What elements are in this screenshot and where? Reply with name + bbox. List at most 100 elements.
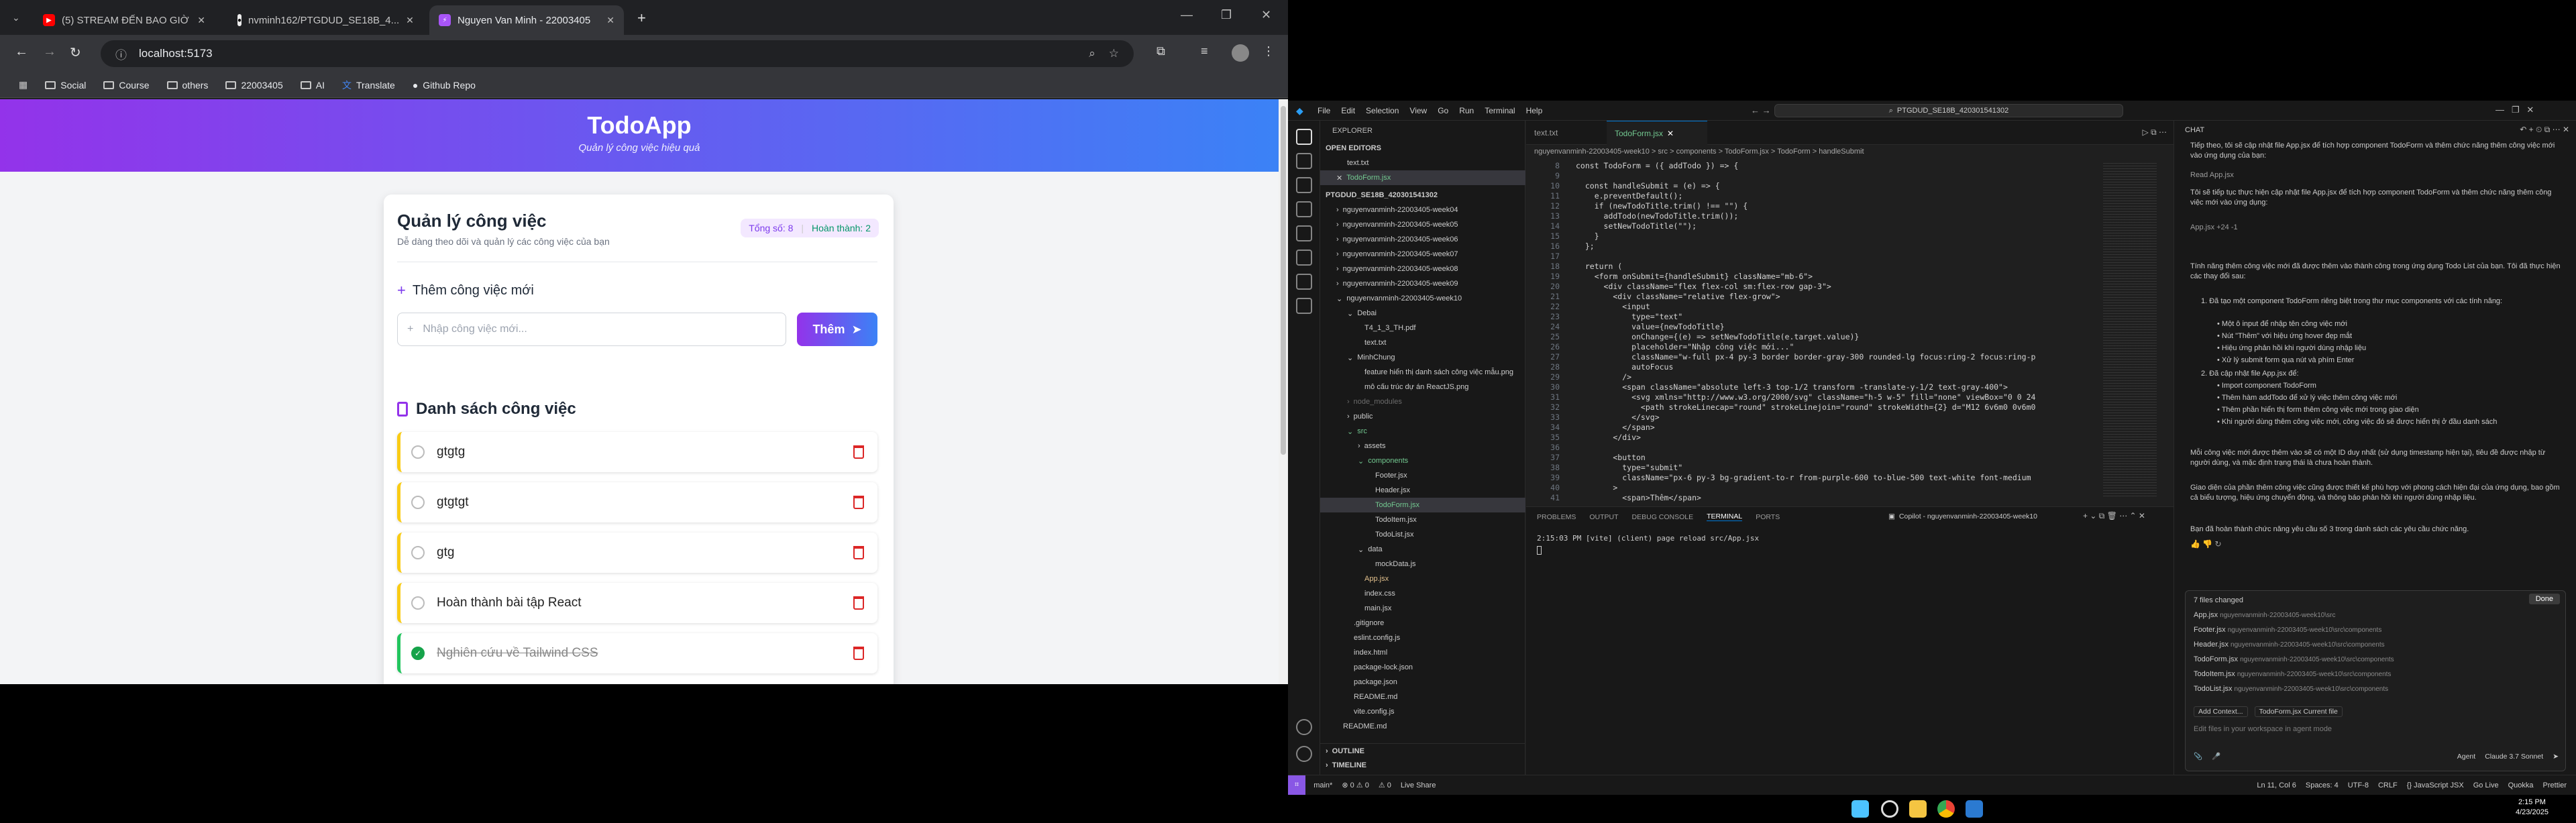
account-icon[interactable] [1296,719,1312,735]
tree-item[interactable]: Footer.jsx [1320,468,1525,483]
media-icon[interactable]: ≡ [1201,44,1208,58]
tree-item[interactable]: main.jsx [1320,601,1525,616]
close-tab-icon[interactable]: ✕ [197,15,205,26]
tab-debug-console[interactable]: DEBUG CONSOLE [1632,513,1694,521]
browser-tab-active[interactable]: ⚡ Nguyen Van Minh - 22003405 ✕ [429,5,624,35]
apps-icon[interactable]: ▦ [19,79,28,91]
back-icon[interactable]: ← [15,44,28,60]
menu-go[interactable]: Go [1438,106,1448,115]
problems-indicator[interactable]: ⊗ 0 ⚠ 0 [1342,781,1368,789]
tree-item[interactable]: › assets [1320,439,1525,453]
todo-item-completed[interactable]: ✓ Nghiên cứu về Tailwind CSS [397,633,877,673]
extensions-icon[interactable] [1296,225,1312,241]
close-icon[interactable]: ✕ [1667,129,1674,138]
tree-item[interactable]: package.json [1320,675,1525,690]
avatar[interactable] [1232,44,1249,62]
todo-item[interactable]: Hoàn thành bài tập React [397,583,877,623]
live-share-status[interactable]: Live Share [1401,781,1436,789]
tree-item[interactable]: ⌄ components [1320,453,1525,468]
new-tab-button[interactable]: + [637,9,646,27]
send-icon[interactable]: ➤ [2553,753,2559,761]
git-branch[interactable]: main* [1313,781,1332,789]
mic-icon[interactable]: 🎤 [2212,752,2220,761]
todo-item[interactable]: gtg [397,533,877,573]
changed-file[interactable]: Footer.jsx nguyenvanminh-22003405-week10… [2194,626,2381,634]
tree-item[interactable]: eslint.config.js [1320,630,1525,645]
close-tab-icon[interactable]: ✕ [406,15,414,26]
open-editor-item[interactable]: ✕ TodoForm.jsx [1320,170,1525,185]
todo-input[interactable]: + Nhập công việc mới... [397,313,786,346]
todo-item[interactable]: gtgtgt [397,482,877,523]
run-debug-icon[interactable] [1296,201,1312,217]
bookmark-folder[interactable]: others [166,80,208,91]
tree-item[interactable]: index.html [1320,645,1525,660]
command-center-search[interactable]: ⌕ PTGDUD_SE18B_420301541302 [1774,104,2123,117]
warnings-indicator[interactable]: ⚠ 0 [1379,781,1391,789]
todo-checkbox[interactable] [411,546,425,559]
workspace-root[interactable]: PTGDUD_SE18B_420301541302 [1320,188,1525,203]
extensions-icon[interactable]: ⧉ [1157,44,1165,58]
remote-indicator[interactable]: ⌗ [1288,775,1306,795]
quokka[interactable]: Quokka [2508,781,2534,789]
indent-setting[interactable]: Spaces: 4 [2306,781,2339,789]
todo-checkbox[interactable] [411,496,425,509]
bookmark-folder[interactable]: 22003405 [225,80,283,91]
tree-item[interactable]: vite.config.js [1320,704,1525,719]
minimap[interactable] [2103,161,2157,496]
bookmark-link[interactable]: ● Github Repo [413,80,476,91]
bookmark-link[interactable]: 文 Translate [342,78,395,92]
feedback-icons[interactable]: 👍 👎 ↻ [2190,539,2222,549]
file-explorer-icon[interactable] [1909,800,1927,818]
close-icon[interactable]: ✕ [1336,174,1342,182]
prettier[interactable]: Prettier [2543,781,2567,789]
attach-icon[interactable]: 📎 [2194,752,2202,761]
changed-file[interactable]: TodoForm.jsx nguyenvanminh-22003405-week… [2194,655,2394,663]
settings-gear-icon[interactable] [1296,746,1312,762]
tree-item[interactable]: ⌄ data [1320,542,1525,557]
tree-item[interactable]: TodoItem.jsx [1320,512,1525,527]
windows-start-icon[interactable] [1851,800,1869,818]
trash-icon[interactable] [853,596,864,610]
tree-item[interactable]: index.css [1320,586,1525,601]
tree-item[interactable]: T4_1_3_TH.pdf [1320,321,1525,335]
open-editor-item[interactable]: text.txt [1320,156,1525,170]
panel-actions[interactable]: + ⌄ ⧉ 🗑 ⋯ ⌃ ✕ [2083,511,2145,521]
files-changed-title[interactable]: 7 files changed [2194,596,2243,604]
chrome-menu-icon[interactable]: ⋮ [1263,44,1275,58]
tab-search-icon[interactable]: ⌄ [12,12,20,23]
tree-item[interactable]: mô cấu trúc dự án ReactJS.png [1320,380,1525,394]
forward-icon[interactable]: → [43,44,56,60]
chat-input[interactable]: Edit files in your workspace in agent mo… [2194,725,2332,733]
menu-selection[interactable]: Selection [1366,106,1399,115]
current-file-chip[interactable]: TodoForm.jsx Current file [2254,706,2343,717]
done-button[interactable]: Done [2528,594,2560,604]
remote-explorer-icon[interactable] [1296,250,1312,266]
tree-item[interactable]: Header.jsx [1320,483,1525,498]
menu-file[interactable]: File [1318,106,1330,115]
encoding[interactable]: UTF-8 [2348,781,2369,789]
tree-item[interactable]: text.txt [1320,335,1525,350]
bookmark-folder[interactable]: Social [45,80,86,91]
tree-item[interactable]: .gitignore [1320,616,1525,630]
chrome-icon[interactable] [1937,800,1955,818]
live-share-icon[interactable] [1296,298,1312,314]
tree-item[interactable]: README.md [1320,719,1525,734]
check-icon[interactable]: ✓ [411,647,425,660]
trash-icon[interactable] [853,647,864,660]
tree-item[interactable]: ⌄ nguyenvanminh-22003405-week10 [1320,291,1525,306]
language-mode[interactable]: {} JavaScript JSX [2407,781,2464,789]
close-tab-icon[interactable]: ✕ [606,15,614,26]
todo-checkbox[interactable] [411,596,425,610]
trash-icon[interactable] [853,445,864,459]
agent-mode-select[interactable]: Agent [2457,753,2475,761]
chat-actions[interactable]: ↶ + ⏲ ⧉ ⋯ ✕ [2520,125,2569,135]
tree-item[interactable]: › nguyenvanminh-22003405-week04 [1320,203,1525,217]
site-info-icon[interactable]: ⓘ [115,46,127,62]
tree-item[interactable]: › nguyenvanminh-22003405-week08 [1320,262,1525,276]
tab-problems[interactable]: PROBLEMS [1537,513,1576,521]
tab-output[interactable]: OUTPUT [1589,513,1618,521]
zoom-search-icon[interactable]: ⌕ [1089,47,1095,60]
changed-file[interactable]: Header.jsx nguyenvanminh-22003405-week10… [2194,641,2385,649]
address-bar[interactable]: ⓘ localhost:5173 ⌕ ☆ [101,40,1134,67]
tab-ports[interactable]: PORTS [1756,513,1780,521]
